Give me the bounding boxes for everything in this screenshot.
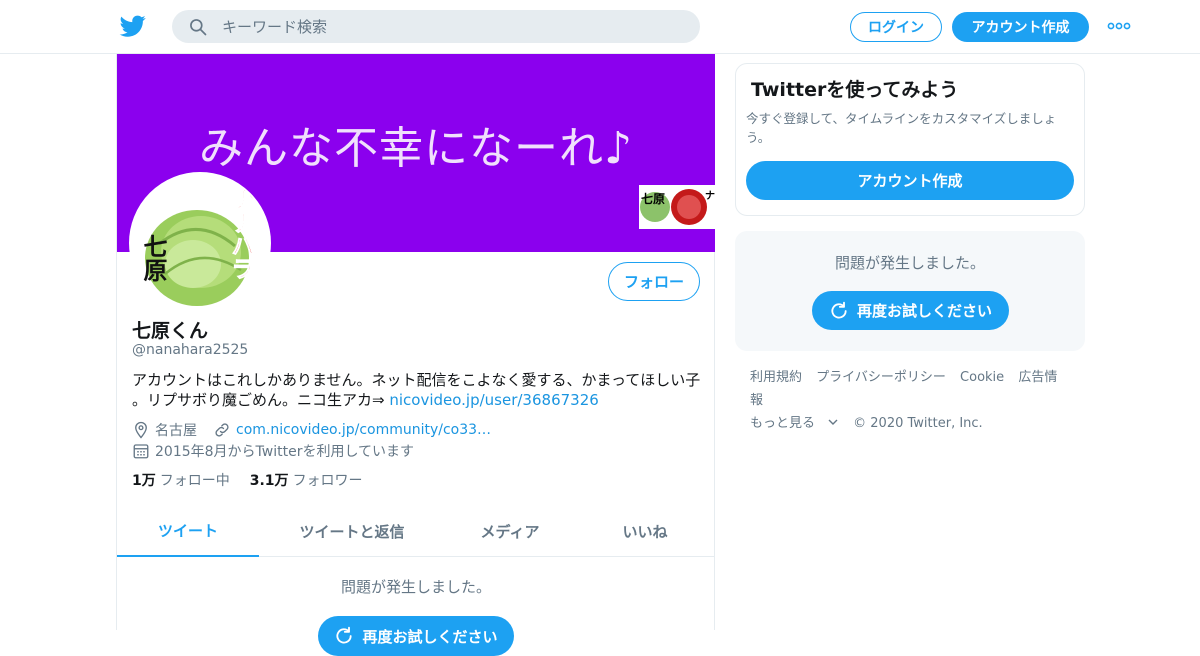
following-count: 1万 [132,473,156,489]
followers-stat[interactable]: 3.1万 フォロワー [250,470,363,490]
signup-card-title: Twitterを使ってみよう [751,79,959,101]
search-icon [190,18,207,35]
tab-likes[interactable]: いいね [575,506,715,556]
footer-link-privacy[interactable]: プライバシーポリシー [816,370,946,385]
footer-links: 利用規約 プライバシーポリシー Cookie 広告情報 もっと見る © 2020… [750,366,1080,435]
bio-link[interactable]: nicovideo.jp/user/36867326 [389,391,598,409]
following-stat[interactable]: 1万 フォロー中 [132,470,230,490]
follow-button[interactable]: フォロー [608,262,700,301]
more-options-icon[interactable] [1106,18,1132,34]
signup-card-subtitle: 今すぐ登録して、タイムラインをカスタマイズしましょう。 [746,111,1057,145]
login-button[interactable]: ログイン [850,12,942,42]
profile-website[interactable]: com.nicovideo.jp/community/co33… [236,422,491,438]
profile-stats: 1万 フォロー中 3.1万 フォロワー [132,470,383,490]
profile-column: みんな不幸になーれ♪ 七原 ナナハラ 七原 ナナハラ フォロー 七原くん @na… [116,54,715,656]
timeline-retry-label: 再度お試しください [362,627,498,646]
profile-name: 七原くん [132,320,209,342]
footer-copyright: © 2020 Twitter, Inc. [853,416,983,431]
tab-tweets[interactable]: ツイート [117,506,259,557]
followers-label: フォロワー [292,473,363,489]
thumb-text-right: ナナハラ [705,190,715,202]
avatar[interactable]: 七原 ナナハラ [129,172,271,314]
top-navigation-bar: ログイン アカウント作成 [0,0,1200,54]
profile-joined-row: 2015年8月からTwitterを利用しています [132,441,414,461]
followers-count: 3.1万 [249,473,289,489]
footer-link-cookie[interactable]: Cookie [960,370,1004,385]
profile-joined: 2015年8月からTwitterを利用しています [155,444,415,460]
footer-more-link[interactable]: もっと見る [750,416,839,431]
footer-more-label: もっと見る [750,416,816,431]
sidebar-error-box: 問題が発生しました。 再度お試しください [735,231,1085,351]
sidebar-retry-button[interactable]: 再度お試しください [812,291,1009,330]
calendar-icon [133,444,149,459]
profile-location: 名古屋 [155,423,197,439]
refresh-icon [336,626,353,644]
refresh-icon [831,301,847,319]
tab-tweets-and-replies[interactable]: ツイートと返信 [259,506,445,556]
search-box[interactable] [172,10,700,43]
profile-handle: @nanahara2525 [132,342,249,358]
footer-link-terms[interactable]: 利用規約 [750,370,802,385]
profile-meta-row: 名古屋 com.nicovideo.jp/community/co33… [132,420,491,440]
profile-tabs: ツイート ツイートと返信 メディア いいね [117,506,715,557]
signup-card: Twitterを使ってみよう 今すぐ登録して、タイムラインをカスタマイズしましょ… [735,63,1085,216]
thumb-text-left: 七原 [641,192,665,206]
timeline-error-message: 問題が発生しました。 [340,578,491,596]
profile-bio: アカウントはこれしかありません。ネット配信をこよなく愛する、かまってほしい子 。… [132,370,702,410]
banner-text: みんな不幸になーれ♪ [198,123,634,174]
link-icon [215,423,229,437]
avatar-text-left: 七原 [139,234,167,283]
chevron-down-icon [828,419,838,425]
search-input[interactable] [222,17,682,36]
banner-thumbnail-image: 七原 ナナハラ [639,185,715,229]
sidebar-retry-label: 再度お試しください [856,302,992,320]
banner-thumbnail: 七原 ナナハラ [639,185,715,229]
following-label: フォロー中 [159,473,230,489]
location-icon [135,421,147,439]
avatar-image: 七原 ナナハラ [131,174,269,312]
timeline-retry-button[interactable]: 再度お試しください [318,616,514,656]
avatar-text-right: ナナハラ [227,188,254,280]
tab-media[interactable]: メディア [445,506,575,556]
sidebar-error-message: 問題が発生しました。 [834,254,985,272]
signup-button[interactable]: アカウント作成 [952,12,1089,42]
signup-card-button[interactable]: アカウント作成 [746,161,1074,200]
twitter-bird-icon[interactable] [119,13,147,39]
